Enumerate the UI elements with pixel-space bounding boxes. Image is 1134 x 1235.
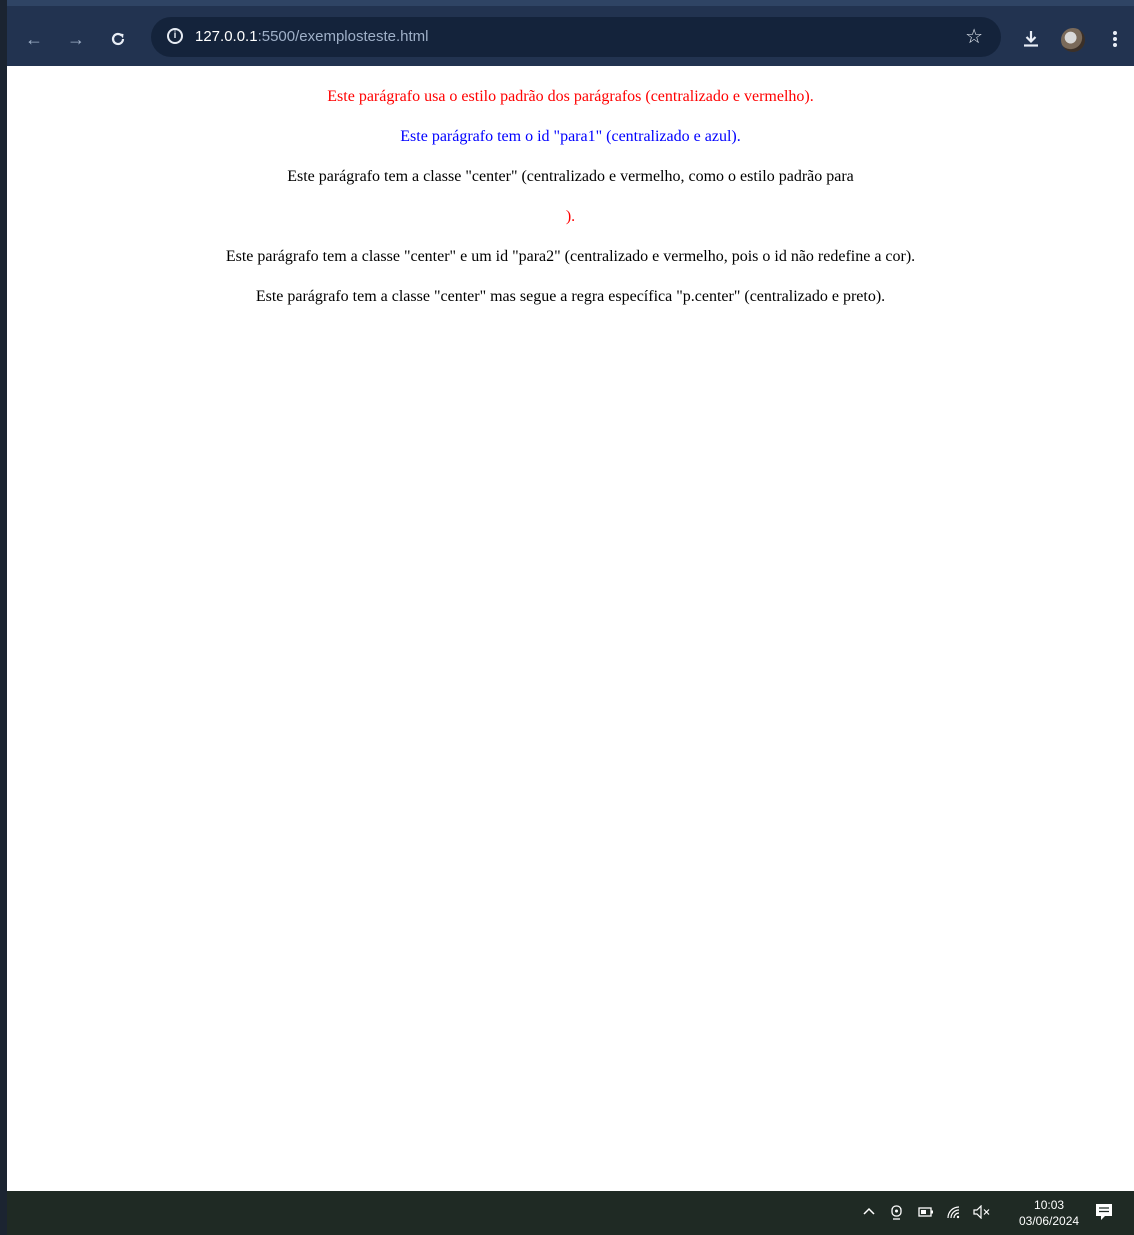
clock-time: 10:03 — [1034, 1198, 1065, 1212]
more-menu-icon[interactable] — [1101, 25, 1129, 53]
paragraph-center-continuation: ). — [565, 208, 576, 225]
back-arrow-icon[interactable]: ← — [21, 26, 47, 52]
browser-toolbar: ← → i 127.0.0.1:5500/exemplosteste.html … — [7, 0, 1134, 66]
forward-arrow-icon[interactable]: → — [63, 26, 89, 52]
bookmark-star-icon[interactable]: ☆ — [965, 26, 983, 48]
camera-icon[interactable] — [890, 1205, 904, 1224]
chevron-up-icon[interactable] — [863, 1205, 875, 1221]
url-host: 127.0.0.1 — [195, 28, 258, 45]
url-path: :5500/exemplosteste.html — [257, 28, 429, 45]
battery-icon[interactable] — [918, 1205, 934, 1221]
paragraph-center: Este parágrafo tem a classe "center" (ce… — [287, 168, 854, 185]
window-left-edge — [0, 0, 7, 1235]
site-info-icon[interactable]: i — [167, 28, 183, 44]
system-clock[interactable]: 10:03 03/06/2024 — [1019, 1197, 1079, 1229]
notifications-icon[interactable] — [1095, 1203, 1113, 1224]
wifi-icon[interactable] — [946, 1205, 962, 1222]
paragraph-default: Este parágrafo usa o estilo padrão dos p… — [327, 88, 814, 105]
reload-icon[interactable] — [105, 26, 131, 52]
url-text[interactable]: 127.0.0.1:5500/exemplosteste.html — [195, 27, 429, 47]
page-content: Este parágrafo usa o estilo padrão dos p… — [7, 66, 1134, 1191]
clock-date: 03/06/2024 — [1019, 1214, 1080, 1228]
volume-muted-icon[interactable] — [973, 1204, 991, 1222]
address-bar[interactable]: i 127.0.0.1:5500/exemplosteste.html ☆ — [151, 17, 1001, 57]
paragraph-para1: Este parágrafo tem o id "para1" (central… — [400, 128, 741, 145]
profile-avatar[interactable] — [1061, 28, 1085, 52]
download-icon[interactable] — [1017, 25, 1045, 53]
paragraph-center-para2: Este parágrafo tem a classe "center" e u… — [225, 248, 916, 265]
taskbar: 10:03 03/06/2024 — [7, 1191, 1134, 1235]
paragraph-p-center: Este parágrafo tem a classe "center" mas… — [255, 288, 886, 305]
